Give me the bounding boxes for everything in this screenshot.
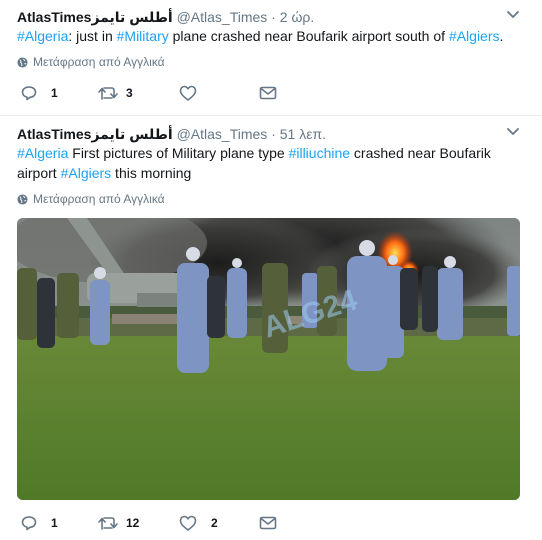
chevron-down-icon[interactable] [506,127,520,137]
reply-icon [21,516,37,531]
tweet-timestamp[interactable]: 2 ώρ. [280,9,314,25]
retweet-count: 12 [126,516,140,530]
like-button[interactable]: 2 [179,515,218,531]
tweet-header: AtlasTimesأطلس تايمز @Atlas_Times · 51 λ… [17,126,326,143]
like-count: 2 [211,516,218,530]
reply-button[interactable]: 1 [21,515,58,531]
direct-message-button[interactable] [259,85,277,101]
tweet-text: #Algeria: just in #Military plane crashe… [17,26,517,46]
retweet-icon [98,87,118,100]
reply-icon [21,86,37,101]
hashtag-algiers[interactable]: #Algiers [449,28,500,44]
author-handle[interactable]: @Atlas_Times [177,126,268,142]
retweet-button[interactable]: 12 [98,515,139,531]
tweet-timestamp[interactable]: 51 λεπ. [280,126,326,142]
hashtag-illiuchine[interactable]: #illiuchine [289,145,350,161]
crash-scene-image: ALG24 [17,218,520,500]
tweet-text-part: First pictures of Military plane type [68,145,289,161]
translate-label: Μετάφραση από Αγγλικά [33,55,165,69]
direct-message-button[interactable] [259,515,277,531]
tweet-text-part: plane crashed near Boufarik airport sout… [168,28,449,44]
tweet-text-part: . [499,28,504,44]
hashtag-algiers[interactable]: #Algiers [61,165,112,181]
reply-button[interactable]: 1 [21,85,58,101]
tweet-1[interactable]: AtlasTimesأطلس تايمز @Atlas_Times · 2 ώρ… [0,0,542,116]
hashtag-military[interactable]: #Military [117,28,169,44]
author-name[interactable]: AtlasTimesأطلس تايمز [17,126,173,142]
retweet-count: 3 [126,86,133,100]
globe-icon [17,56,28,68]
tweet-text-part: : just in [68,28,117,44]
globe-icon [17,193,28,205]
envelope-icon [259,516,277,530]
author-handle[interactable]: @Atlas_Times [177,9,268,25]
hashtag-algeria[interactable]: #Algeria [17,145,68,161]
separator-dot: · [271,9,276,25]
reply-count: 1 [51,516,58,530]
tweet-text-part: this morning [111,165,192,181]
tweet-2[interactable]: AtlasTimesأطلس تايمز @Atlas_Times · 51 λ… [0,117,542,540]
envelope-icon [259,86,277,100]
translate-label: Μετάφραση από Αγγλικά [33,192,165,206]
chevron-down-icon[interactable] [506,10,520,20]
tweet-photo[interactable]: ALG24 [17,218,520,500]
retweet-icon [98,517,118,530]
heart-icon [179,85,197,101]
separator-dot: · [271,126,276,142]
retweet-button[interactable]: 3 [98,85,133,101]
like-button[interactable] [179,85,211,101]
tweet-actions: 1 3 [21,85,321,105]
author-name[interactable]: AtlasTimesأطلس تايمز [17,9,173,25]
tweet-actions: 1 12 2 [21,515,321,535]
translate-link[interactable]: Μετάφραση από Αγγλικά [17,192,165,206]
hashtag-algeria[interactable]: #Algeria [17,28,68,44]
reply-count: 1 [51,86,58,100]
tweet-text: #Algeria First pictures of Military plan… [17,143,517,183]
translate-link[interactable]: Μετάφραση από Αγγλικά [17,55,165,69]
tweet-header: AtlasTimesأطلس تايمز @Atlas_Times · 2 ώρ… [17,9,314,26]
heart-icon [179,515,197,531]
